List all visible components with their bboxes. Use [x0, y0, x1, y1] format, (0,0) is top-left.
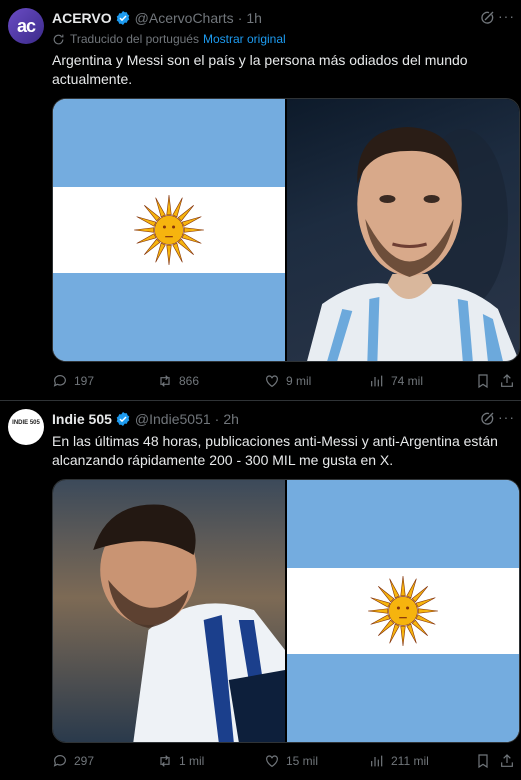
repost-button[interactable]: 866: [157, 373, 199, 389]
bookmark-icon: [478, 374, 488, 389]
messi-photo[interactable]: [287, 99, 519, 361]
translation-note: Traducido del portugués Mostrar original: [52, 32, 286, 46]
tweet-text: En las últimas 48 horas, publicaciones a…: [52, 433, 498, 468]
tweet[interactable]: ac ACERVO @AcervoCharts · 1h ··· Traduci…: [0, 0, 521, 400]
tweet-media[interactable]: [52, 479, 520, 743]
tweet-media[interactable]: [52, 98, 520, 362]
author-handle[interactable]: @AcervoCharts: [135, 10, 234, 26]
share-button[interactable]: [499, 373, 521, 389]
timestamp[interactable]: 1h: [246, 10, 262, 26]
author-name[interactable]: ACERVO: [52, 10, 112, 26]
translated-label: Traducido del portugués: [70, 32, 199, 46]
grok-icon[interactable]: [479, 411, 495, 427]
share-button[interactable]: [499, 753, 521, 769]
author-name[interactable]: Indie 505: [52, 411, 112, 427]
bookmark-button[interactable]: [475, 373, 497, 389]
bookmark-icon: [478, 754, 488, 769]
views-button[interactable]: 211 mil: [369, 753, 429, 769]
share-icon: [501, 374, 513, 387]
repost-button[interactable]: 1 mil: [157, 753, 204, 769]
grok-icon[interactable]: [479, 10, 495, 26]
views-button[interactable]: 74 mil: [369, 373, 423, 389]
separator: ·: [237, 10, 243, 26]
reply-button[interactable]: 197: [52, 373, 94, 389]
bookmark-button[interactable]: [475, 753, 497, 769]
reply-icon: [53, 375, 66, 387]
tweet-actions: 197 866 9 mil 74 mil: [52, 371, 515, 391]
like-icon: [266, 375, 278, 388]
like-button[interactable]: 15 mil: [264, 753, 318, 769]
repost-count: 866: [179, 374, 200, 388]
reply-icon: [53, 755, 66, 767]
views-icon: [371, 755, 383, 767]
reply-button[interactable]: 297: [52, 753, 94, 769]
tweet[interactable]: INDIE 505 Indie 505 @Indie5051 · 2h ··· …: [0, 401, 521, 780]
like-count: 9 mil: [286, 374, 312, 388]
views-icon: [371, 375, 383, 387]
share-icon: [501, 754, 513, 767]
repost-count: 1 mil: [179, 754, 205, 768]
tweet-text: Argentina y Messi son el país y la perso…: [52, 52, 468, 87]
more-icon[interactable]: ···: [498, 409, 515, 425]
sun-of-may-icon: [134, 195, 204, 265]
messi-photo[interactable]: [53, 480, 285, 742]
show-original-link[interactable]: Mostrar original: [203, 32, 286, 46]
tweet-actions: 297 1 mil 15 mil 211 mil: [52, 751, 515, 771]
player-illustration: [93, 504, 285, 742]
views-count: 74 mil: [391, 374, 424, 388]
avatar[interactable]: INDIE 505: [8, 409, 44, 445]
tweet-header: ACERVO @AcervoCharts · 1h: [52, 10, 262, 26]
avatar[interactable]: ac: [8, 8, 44, 44]
argentina-flag-image[interactable]: [53, 99, 285, 361]
translate-icon: [53, 34, 64, 44]
author-handle[interactable]: @Indie5051: [135, 411, 211, 427]
repost-icon: [160, 375, 170, 387]
reply-count: 197: [74, 374, 95, 388]
like-count: 15 mil: [286, 754, 319, 768]
verified-badge-icon: [116, 11, 129, 25]
timestamp[interactable]: 2h: [223, 411, 239, 427]
repost-icon: [160, 755, 170, 767]
tweet-header: Indie 505 @Indie5051 · 2h: [52, 411, 239, 427]
separator: ·: [214, 411, 220, 427]
verified-badge-icon: [116, 412, 130, 426]
like-button[interactable]: 9 mil: [264, 373, 311, 389]
player-illustration: [307, 127, 519, 361]
sun-of-may-icon: [368, 576, 438, 646]
like-icon: [266, 755, 278, 768]
reply-count: 297: [74, 754, 95, 768]
views-count: 211 mil: [391, 754, 429, 768]
more-icon[interactable]: ···: [498, 8, 515, 24]
argentina-flag-image[interactable]: [287, 480, 519, 742]
